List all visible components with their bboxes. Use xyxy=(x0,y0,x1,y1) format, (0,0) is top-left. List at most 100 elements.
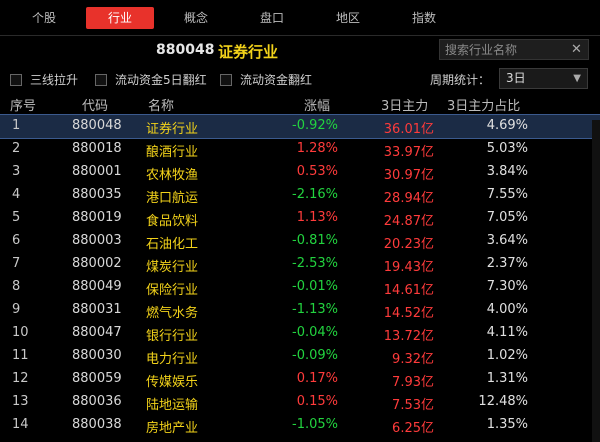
table-row[interactable]: 5 880019 食品饮料 1.13% 24.87亿 7.05% xyxy=(0,207,600,230)
row-idx: 5 xyxy=(12,210,21,225)
row-code: 880030 xyxy=(72,348,122,363)
filter-flow-turn[interactable]: 流动资金翻红 xyxy=(220,71,312,88)
col-money[interactable]: 3日主力 xyxy=(381,95,428,114)
table-row[interactable]: 11 880030 电力行业 -0.09% 9.32亿 1.02% xyxy=(0,345,600,368)
row-idx: 3 xyxy=(12,164,21,179)
row-main-ratio: 1.02% xyxy=(486,348,528,363)
table-row[interactable]: 4 880035 港口航运 -2.16% 28.94亿 7.55% xyxy=(0,184,600,207)
row-main-ratio: 3.64% xyxy=(486,233,528,248)
row-change: -0.04% xyxy=(292,325,338,340)
row-change: -2.53% xyxy=(292,256,338,271)
col-chg[interactable]: 涨幅 xyxy=(304,95,330,114)
checkbox-icon[interactable] xyxy=(95,73,107,86)
table-row[interactable]: 7 880002 煤炭行业 -2.53% 19.43亿 2.37% xyxy=(0,253,600,276)
table-row[interactable]: 12 880059 传媒娱乐 0.17% 7.93亿 1.31% xyxy=(0,368,600,391)
row-main-ratio: 1.31% xyxy=(486,371,528,386)
filter-bar: 三线拉升 流动资金5日翻红 流动资金翻红 周期统计： 3日 ▼ xyxy=(0,64,600,92)
row-idx: 12 xyxy=(12,371,29,386)
tab-market[interactable]: 盘口 xyxy=(238,7,306,29)
row-main-ratio: 4.11% xyxy=(486,325,528,340)
period-select[interactable]: 3日 ▼ xyxy=(499,68,588,89)
filter-flow-5d[interactable]: 流动资金5日翻红 xyxy=(95,71,207,88)
col-idx[interactable]: 序号 xyxy=(10,95,36,114)
table-row[interactable]: 14 880038 房地产业 -1.05% 6.25亿 1.35% xyxy=(0,414,600,437)
col-name[interactable]: 名称 xyxy=(148,95,174,114)
row-idx: 9 xyxy=(12,302,21,317)
tab-index[interactable]: 指数 xyxy=(390,7,458,29)
row-change: 1.13% xyxy=(296,210,338,225)
col-ratio[interactable]: 3日主力占比 xyxy=(447,95,520,114)
filter-three-line[interactable]: 三线拉升 xyxy=(10,71,78,88)
table-header: 序号 代码 名称 涨幅 3日主力 3日主力占比 xyxy=(0,92,600,115)
tab-stocks[interactable]: 个股 xyxy=(10,7,78,29)
row-idx: 14 xyxy=(12,417,29,432)
row-name: 石油化工 xyxy=(146,237,199,252)
row-code: 880047 xyxy=(72,325,122,340)
row-main-money: 14.52亿 xyxy=(383,306,434,321)
filter-flow-turn-label: 流动资金翻红 xyxy=(240,73,313,87)
close-icon[interactable]: ✕ xyxy=(571,42,582,57)
row-main-ratio: 2.37% xyxy=(486,256,528,271)
period-label: 周期统计： xyxy=(430,73,491,87)
table-row[interactable]: 10 880047 银行行业 -0.04% 13.72亿 4.11% xyxy=(0,322,600,345)
table-body: 1 880048 证券行业 -0.92% 36.01亿 4.69% 2 880018 酿酒行业 1… xyxy=(0,114,600,437)
row-code: 880002 xyxy=(72,256,122,271)
filter-flow-5d-label: 流动资金5日翻红 xyxy=(115,73,207,87)
row-main-money: 20.23亿 xyxy=(383,237,434,252)
row-code: 880019 xyxy=(72,210,122,225)
chevron-down-icon: ▼ xyxy=(573,73,581,84)
scrollbar[interactable] xyxy=(592,120,600,442)
row-code: 880049 xyxy=(72,279,122,294)
table-row[interactable]: 8 880049 保险行业 -0.01% 14.61亿 7.30% xyxy=(0,276,600,299)
row-main-money: 14.61亿 xyxy=(383,283,434,298)
row-code: 880048 xyxy=(72,118,122,133)
row-main-ratio: 5.03% xyxy=(486,141,528,156)
checkbox-icon[interactable] xyxy=(10,73,22,86)
row-code: 880038 xyxy=(72,417,122,432)
row-main-money: 19.43亿 xyxy=(383,260,434,275)
tab-industry[interactable]: 行业 xyxy=(86,6,154,29)
row-code: 880003 xyxy=(72,233,122,248)
col-code[interactable]: 代码 xyxy=(82,95,108,114)
row-change: 1.28% xyxy=(296,141,338,156)
row-idx: 1 xyxy=(12,118,21,133)
table-row[interactable]: 1 880048 证券行业 -0.92% 36.01亿 4.69% xyxy=(0,114,600,139)
checkbox-icon[interactable] xyxy=(220,73,232,86)
filter-three-line-label: 三线拉升 xyxy=(30,73,79,87)
row-change: -0.09% xyxy=(292,348,338,363)
row-main-money: 6.25亿 xyxy=(392,421,434,436)
row-main-ratio: 12.48% xyxy=(478,394,528,409)
table-row[interactable]: 13 880036 陆地运输 0.15% 7.53亿 12.48% xyxy=(0,391,600,414)
row-change: -1.13% xyxy=(292,302,338,317)
row-name: 酿酒行业 xyxy=(146,145,199,160)
row-main-ratio: 7.30% xyxy=(486,279,528,294)
row-name: 农林牧渔 xyxy=(146,168,199,183)
tab-region[interactable]: 地区 xyxy=(314,7,382,29)
row-name: 房地产业 xyxy=(146,421,199,436)
search-input[interactable] xyxy=(440,41,567,58)
row-name: 证券行业 xyxy=(146,122,199,137)
title-bar: 880048 证券行业 ✕ xyxy=(0,36,600,64)
row-change: -0.01% xyxy=(292,279,338,294)
row-main-money: 24.87亿 xyxy=(383,214,434,229)
search-box: ✕ xyxy=(439,39,589,60)
row-name: 保险行业 xyxy=(146,283,199,298)
table-row[interactable]: 9 880031 燃气水务 -1.13% 14.52亿 4.00% xyxy=(0,299,600,322)
row-code: 880035 xyxy=(72,187,122,202)
table-row[interactable]: 6 880003 石油化工 -0.81% 20.23亿 3.64% xyxy=(0,230,600,253)
row-change: 0.53% xyxy=(296,164,338,179)
table-row[interactable]: 3 880001 农林牧渔 0.53% 30.97亿 3.84% xyxy=(0,161,600,184)
row-main-money: 7.93亿 xyxy=(392,375,434,390)
table-row[interactable]: 2 880018 酿酒行业 1.28% 33.97亿 5.03% xyxy=(0,138,600,161)
row-name: 燃气水务 xyxy=(146,306,199,321)
row-main-money: 30.97亿 xyxy=(383,168,434,183)
row-change: -0.92% xyxy=(292,118,338,133)
row-name: 传媒娱乐 xyxy=(146,375,199,390)
row-code: 880001 xyxy=(72,164,122,179)
row-main-ratio: 3.84% xyxy=(486,164,528,179)
selected-name: 证券行业 xyxy=(218,43,279,61)
row-name: 银行行业 xyxy=(146,329,199,344)
tab-concept[interactable]: 概念 xyxy=(162,7,230,29)
row-change: -0.81% xyxy=(292,233,338,248)
row-change: -2.16% xyxy=(292,187,338,202)
